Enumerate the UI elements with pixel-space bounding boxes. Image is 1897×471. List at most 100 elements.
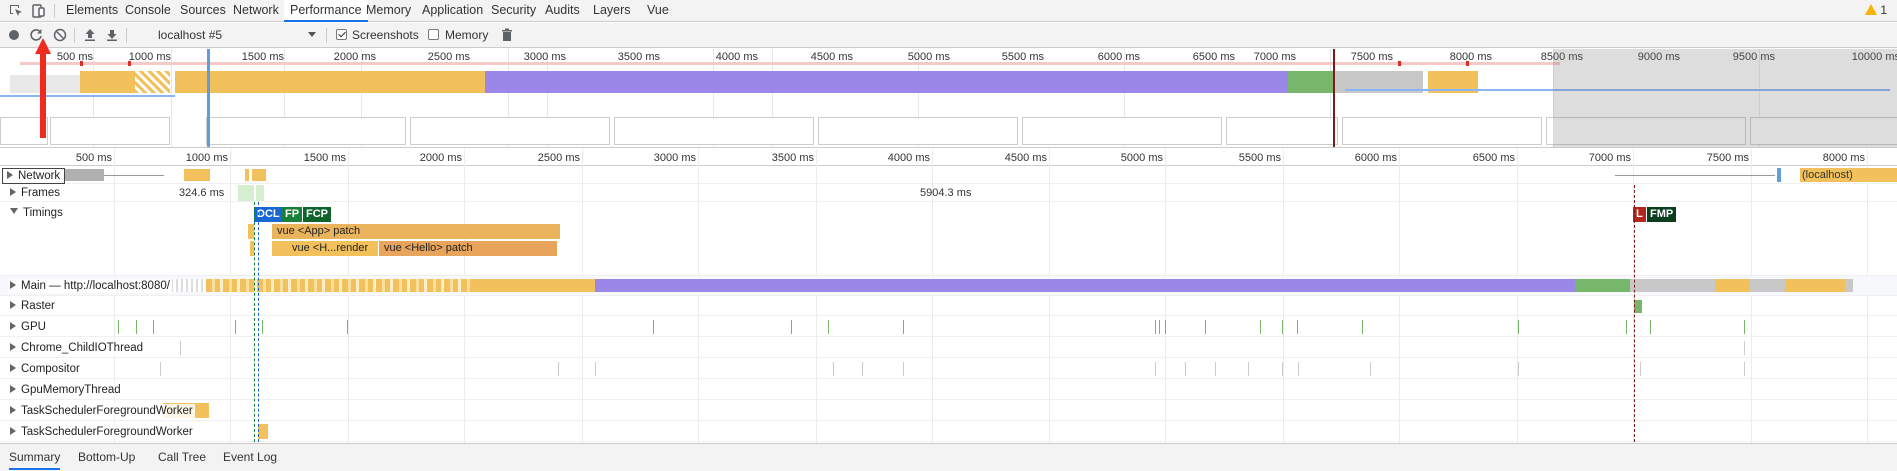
gpu-task[interactable]: [828, 320, 829, 334]
frame-bar[interactable]: [256, 185, 264, 201]
gpu-task[interactable]: [262, 320, 263, 334]
timings-track-label[interactable]: Timings: [8, 206, 65, 220]
network-request-bar[interactable]: [1777, 168, 1781, 182]
raster-task[interactable]: [1634, 300, 1642, 313]
upload-profile-icon[interactable]: [82, 27, 98, 43]
tab-performance[interactable]: Performance: [284, 0, 368, 22]
fp-marker[interactable]: FP: [282, 207, 303, 222]
memory-label[interactable]: Memory: [445, 28, 488, 42]
io-task[interactable]: [180, 341, 181, 355]
tab-event-log[interactable]: Event Log: [223, 450, 277, 464]
frame-duration[interactable]: 324.6 ms: [179, 187, 224, 199]
gpu-task[interactable]: [653, 320, 654, 334]
download-profile-icon[interactable]: [104, 27, 120, 43]
gpu-task[interactable]: [235, 320, 236, 334]
network-request-bar[interactable]: [245, 169, 249, 181]
tab-bottom-up[interactable]: Bottom-Up: [78, 450, 135, 464]
network-request-bar[interactable]: [62, 169, 104, 181]
gpu-task[interactable]: [1159, 320, 1160, 334]
tab-application[interactable]: Application: [422, 0, 483, 22]
main-activity-scripting[interactable]: [1785, 279, 1845, 292]
tab-memory[interactable]: Memory: [366, 0, 411, 22]
gpu-memory-track-label[interactable]: GpuMemoryThread: [8, 383, 123, 397]
main-activity-idle[interactable]: [1845, 279, 1853, 292]
record-icon[interactable]: [6, 27, 22, 43]
gpu-task[interactable]: [118, 320, 119, 334]
compositor-task[interactable]: [1744, 362, 1745, 376]
tab-security[interactable]: Security: [491, 0, 536, 22]
compositor-task[interactable]: [558, 362, 559, 376]
compositor-task[interactable]: [862, 362, 863, 376]
io-task[interactable]: [1744, 341, 1745, 355]
task-scheduler-fg-track[interactable]: TaskSchedulerForegroundWorker: [0, 421, 1897, 442]
tab-network[interactable]: Network: [233, 0, 279, 22]
task-scheduler-fg-track-label[interactable]: TaskSchedulerForegroundWorker: [8, 404, 195, 418]
gpu-task[interactable]: [1282, 320, 1283, 334]
main-activity-scripting[interactable]: [1715, 279, 1750, 292]
screenshots-label[interactable]: Screenshots: [352, 28, 419, 42]
compositor-task[interactable]: [1370, 362, 1371, 376]
fmp-marker[interactable]: FMP: [1647, 207, 1677, 222]
vue-hello-patch-bar[interactable]: vue <Hello> patch: [379, 241, 557, 256]
tab-layers[interactable]: Layers: [593, 0, 631, 22]
compositor-task[interactable]: [1640, 362, 1641, 376]
frames-track-label[interactable]: Frames: [8, 186, 62, 200]
chrome-child-io-track-label[interactable]: Chrome_ChildIOThread: [8, 341, 146, 355]
task-scheduler-fg-track-label[interactable]: TaskSchedulerForegroundWorker: [8, 425, 195, 439]
gpu-task[interactable]: [1626, 320, 1627, 334]
gpu-task[interactable]: [347, 320, 348, 334]
screenshots-checkbox[interactable]: [336, 29, 347, 40]
compositor-task[interactable]: [833, 362, 834, 376]
network-track[interactable]: (localhost) Network: [0, 167, 1897, 184]
tab-vue[interactable]: Vue: [647, 0, 669, 22]
device-toolbar-icon[interactable]: [30, 3, 46, 19]
compositor-task[interactable]: [595, 362, 596, 376]
gpu-task[interactable]: [1297, 320, 1298, 334]
gpu-task[interactable]: [1155, 320, 1156, 334]
tab-elements[interactable]: Elements: [66, 0, 118, 22]
selection-end-handle[interactable]: [1333, 49, 1335, 147]
tab-audits[interactable]: Audits: [545, 0, 580, 22]
main-activity-scripting[interactable]: [206, 279, 470, 292]
gpu-task[interactable]: [1744, 320, 1745, 334]
compositor-task[interactable]: [1215, 362, 1216, 376]
main-activity-painting[interactable]: [1575, 279, 1630, 292]
frame-duration[interactable]: 5904.3 ms: [920, 187, 971, 199]
compositor-task[interactable]: [1185, 362, 1186, 376]
compositor-task[interactable]: [160, 362, 161, 376]
gpu-task[interactable]: [1165, 320, 1166, 334]
worker-task[interactable]: [258, 424, 268, 439]
raster-track-label[interactable]: Raster: [8, 299, 57, 313]
gpu-task[interactable]: [1650, 320, 1651, 334]
network-track-label[interactable]: Network: [2, 168, 66, 184]
main-track-label[interactable]: Main — http://localhost:8080/: [8, 279, 172, 293]
compositor-task[interactable]: [903, 362, 904, 376]
tab-console[interactable]: Console: [125, 0, 171, 22]
compositor-track-label[interactable]: Compositor: [8, 362, 82, 376]
clear-icon[interactable]: [52, 27, 68, 43]
gpu-task[interactable]: [153, 320, 154, 334]
chrome-child-io-track[interactable]: Chrome_ChildIOThread: [0, 337, 1897, 358]
gpu-task[interactable]: [903, 320, 904, 334]
raster-track[interactable]: Raster: [0, 296, 1897, 316]
gpu-task[interactable]: [1205, 320, 1206, 334]
inspect-element-icon[interactable]: [8, 3, 24, 19]
gpu-memory-track[interactable]: GpuMemoryThread: [0, 379, 1897, 400]
compositor-track[interactable]: Compositor: [0, 358, 1897, 379]
trash-icon[interactable]: [499, 27, 515, 43]
compositor-task[interactable]: [1298, 362, 1299, 376]
compositor-task[interactable]: [1248, 362, 1249, 376]
main-activity-scripting[interactable]: [470, 279, 595, 292]
tab-call-tree[interactable]: Call Tree: [158, 450, 206, 464]
memory-checkbox[interactable]: [428, 29, 439, 40]
main-activity-rendering[interactable]: [595, 279, 1575, 292]
main-activity-idle[interactable]: [166, 279, 206, 292]
network-request-bar[interactable]: (localhost): [1800, 168, 1897, 182]
task-scheduler-fg-track[interactable]: TaskSchedulerForegroundWorker: [0, 400, 1897, 421]
warnings-indicator[interactable]: 1: [1865, 3, 1887, 17]
tab-sources[interactable]: Sources: [180, 0, 226, 22]
frame-bar[interactable]: [238, 185, 254, 201]
fcp-marker[interactable]: FCP: [303, 207, 331, 222]
compositor-task[interactable]: [1155, 362, 1156, 376]
gpu-task[interactable]: [1518, 320, 1519, 334]
